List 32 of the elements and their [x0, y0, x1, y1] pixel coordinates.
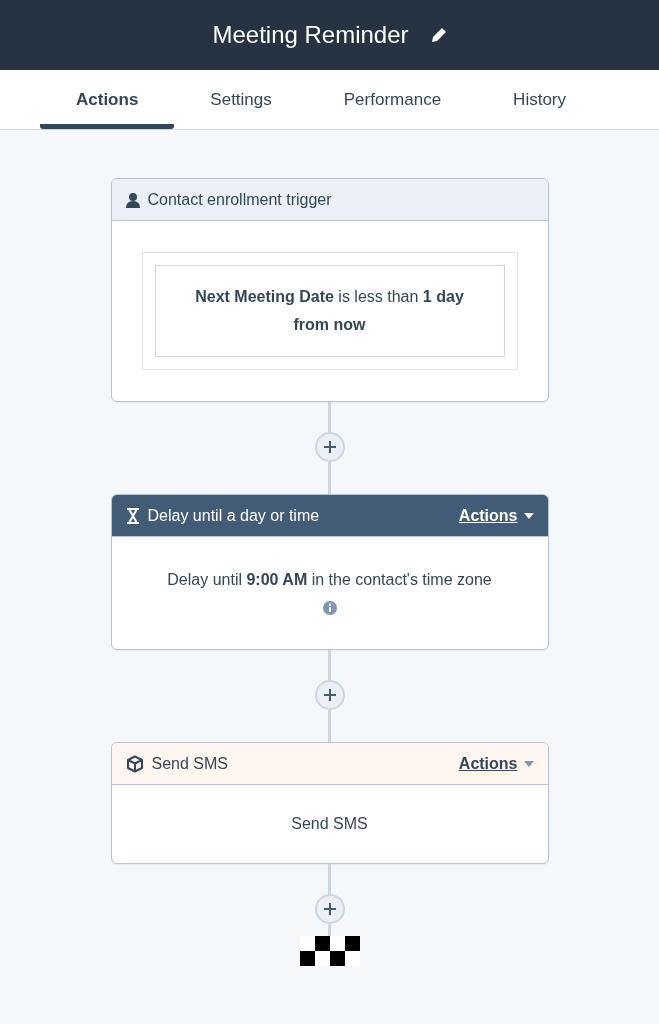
cube-icon — [125, 754, 144, 773]
connector-line — [328, 650, 331, 680]
connector-line — [328, 462, 331, 494]
step-description: Send SMS — [291, 815, 368, 833]
add-step-button[interactable] — [314, 432, 345, 462]
plus-icon — [323, 689, 336, 701]
connector-line — [328, 710, 331, 742]
step-title: Delay until a day or time — [147, 506, 321, 525]
step-title: Contact enrollment trigger — [147, 190, 333, 209]
info-icon[interactable] — [322, 601, 337, 615]
caret-icon — [523, 512, 534, 519]
step-description: Delay until 9:00 AM in the contact's time zone — [167, 571, 492, 589]
connector-line — [328, 864, 331, 894]
workflow-title: Meeting Reminder — [212, 21, 409, 49]
add-step-button[interactable] — [314, 894, 345, 924]
pencil-icon[interactable] — [430, 27, 447, 43]
filter-condition: Next Meeting Date is less than 1 day from now — [154, 265, 505, 357]
tab[interactable]: Actions — [40, 70, 175, 129]
tab[interactable]: Performance — [307, 70, 478, 129]
person-icon — [125, 191, 140, 208]
caret-icon — [523, 760, 534, 767]
hourglass-icon — [125, 507, 140, 524]
connector-line — [328, 402, 331, 432]
tab[interactable]: Settings — [174, 70, 308, 129]
plus-icon — [323, 903, 336, 915]
tab[interactable]: History — [477, 70, 602, 129]
actions-menu[interactable]: Actions — [458, 754, 534, 773]
actions-menu[interactable]: Actions — [458, 506, 534, 525]
step-title: Send SMS — [151, 754, 229, 773]
add-step-button[interactable] — [314, 680, 345, 710]
plus-icon — [323, 441, 336, 453]
finish-flag-icon — [299, 936, 360, 966]
